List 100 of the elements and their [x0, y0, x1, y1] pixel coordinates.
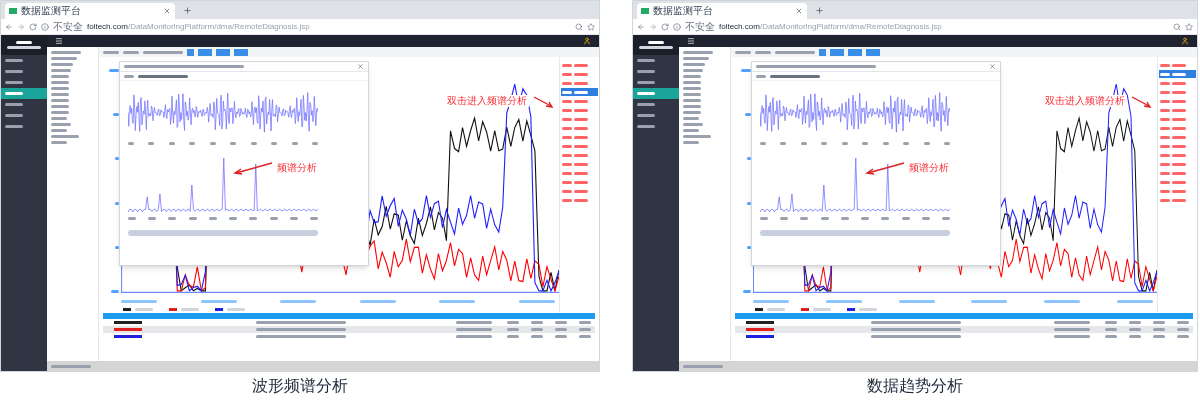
event-item[interactable] — [1159, 70, 1196, 78]
scroll-bar[interactable] — [760, 230, 950, 236]
tree-item — [51, 81, 69, 84]
event-value — [1172, 171, 1186, 175]
label-text — [637, 70, 655, 73]
label-text — [735, 50, 751, 54]
axis-label — [113, 113, 119, 117]
caption: 波形频谱分析 — [252, 378, 348, 394]
forward-icon[interactable] — [17, 22, 25, 31]
event-value — [1172, 81, 1186, 85]
axis-label — [111, 289, 119, 293]
tree-item — [683, 129, 699, 132]
event-value — [1172, 162, 1186, 166]
event-value — [574, 99, 588, 103]
axis-label — [439, 299, 476, 303]
event-value — [1172, 189, 1186, 193]
reload-icon[interactable] — [661, 22, 669, 31]
new-tab-icon[interactable] — [183, 6, 192, 15]
event-value — [574, 90, 588, 94]
browser-tab[interactable]: 数据监测平台 — [5, 3, 175, 19]
close-icon[interactable] — [989, 63, 996, 70]
toolbar-button[interactable] — [198, 48, 212, 56]
search-icon[interactable] — [575, 22, 583, 31]
reload-icon[interactable] — [29, 22, 37, 31]
app-subtitle — [639, 46, 673, 49]
legend-label — [135, 307, 153, 311]
favicon-icon — [9, 8, 17, 14]
axis-label — [841, 142, 848, 145]
back-icon[interactable] — [637, 22, 645, 31]
table-cell — [531, 328, 543, 331]
refresh-button[interactable] — [187, 48, 194, 56]
axis-label — [840, 217, 849, 220]
user-icon[interactable] — [1181, 37, 1189, 45]
tree-item — [51, 93, 69, 96]
axis-label — [1044, 299, 1081, 303]
tree-item — [683, 57, 709, 60]
table-cell — [555, 335, 567, 338]
label-text — [143, 50, 183, 54]
tree-item — [51, 117, 67, 120]
menu-icon[interactable] — [55, 37, 63, 45]
toolbar-button[interactable] — [830, 48, 844, 56]
toolbar-button[interactable] — [866, 48, 880, 56]
event-value — [1172, 108, 1186, 112]
label-text — [637, 92, 655, 95]
tree-item — [683, 75, 701, 78]
event-value — [1172, 63, 1186, 67]
axis-label — [747, 245, 751, 249]
axis-label — [923, 142, 930, 145]
url-text[interactable]: foltech.com/DataMonitoringPlatform/dma/RemoteDiagnosis.jsp — [87, 22, 310, 31]
new-tab-icon[interactable] — [815, 6, 824, 15]
toolbar-button[interactable] — [234, 48, 248, 56]
star-icon[interactable] — [1185, 22, 1193, 31]
toolbar-button[interactable] — [848, 48, 862, 56]
event-value — [574, 72, 588, 76]
axis-label — [760, 142, 766, 145]
event-value — [574, 144, 588, 148]
tree-item — [683, 63, 705, 66]
table-cell — [1177, 335, 1189, 338]
back-icon[interactable] — [5, 22, 13, 31]
toolbar-button[interactable] — [216, 48, 230, 56]
event-value — [1172, 99, 1186, 103]
security-label: 不安全 — [685, 21, 715, 32]
close-icon[interactable] — [357, 63, 364, 70]
axis-label — [743, 289, 751, 293]
annotation-text: 双击进入频谱分析 — [1043, 95, 1127, 107]
menu-icon[interactable] — [687, 37, 695, 45]
sidebar-item[interactable] — [1, 88, 47, 99]
table-cell — [1054, 321, 1090, 324]
user-icon[interactable] — [583, 37, 591, 45]
scroll-bar[interactable] — [128, 230, 318, 236]
tree-item — [683, 123, 703, 126]
tree-item — [51, 63, 73, 66]
search-icon[interactable] — [1173, 22, 1181, 31]
axis-label — [800, 217, 809, 220]
axis-label — [311, 142, 318, 145]
star-icon[interactable] — [587, 22, 595, 31]
event-item[interactable] — [561, 88, 598, 96]
legend-label — [227, 307, 245, 311]
security-label: 不安全 — [53, 21, 83, 32]
event-value — [1172, 198, 1186, 202]
forward-icon[interactable] — [649, 22, 657, 31]
table-cell — [1105, 328, 1117, 331]
table-cell — [579, 321, 591, 324]
refresh-button[interactable] — [819, 48, 826, 56]
close-icon[interactable] — [795, 7, 803, 15]
tree-item — [683, 93, 701, 96]
tree-item — [683, 51, 713, 54]
table-cell — [507, 321, 519, 324]
browser-tab[interactable]: 数据监测平台 — [637, 3, 807, 19]
tree-item — [683, 99, 701, 102]
axis-label — [189, 142, 196, 145]
tree-item — [51, 135, 79, 138]
close-icon[interactable] — [163, 7, 171, 15]
axis-label — [825, 299, 862, 303]
url-text[interactable]: foltech.com/DataMonitoringPlatform/dma/RemoteDiagnosis.jsp — [719, 22, 942, 31]
legend-label — [859, 307, 877, 311]
axis-label — [309, 217, 318, 220]
sidebar-item[interactable] — [633, 88, 679, 99]
event-value — [574, 63, 588, 67]
table-cell — [456, 321, 492, 324]
